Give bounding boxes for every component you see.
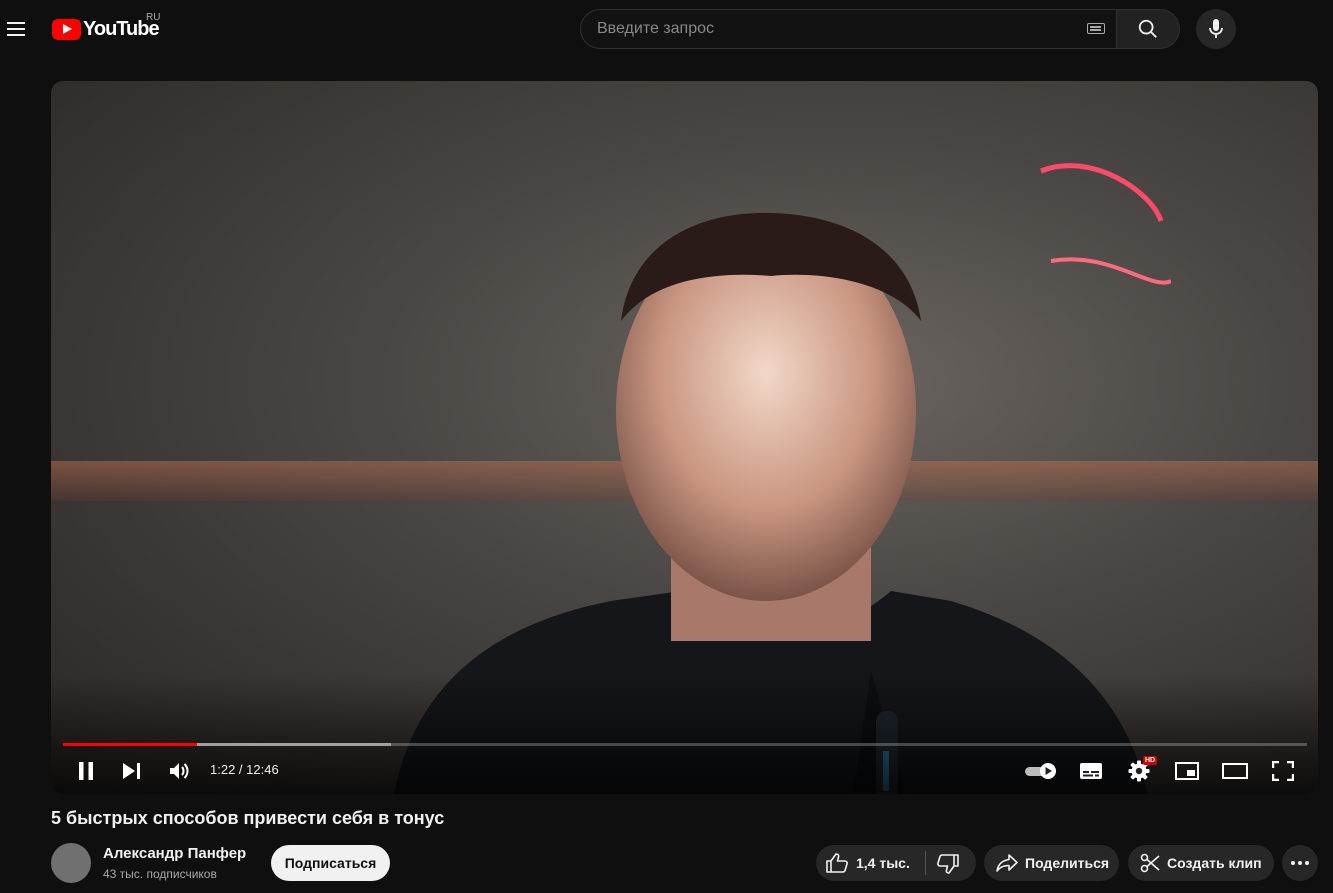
miniplayer-icon <box>1175 762 1199 780</box>
theater-mode-icon <box>1222 763 1248 779</box>
fullscreen-icon <box>1272 761 1294 781</box>
youtube-logo[interactable]: YouTube <box>52 17 160 41</box>
pause-button[interactable] <box>68 753 104 789</box>
volume-icon <box>170 763 189 779</box>
video-player: 1:22 / 12:46 HD <box>51 81 1318 794</box>
youtube-play-icon <box>52 18 81 40</box>
pause-icon <box>79 762 93 780</box>
search-icon <box>1138 19 1157 38</box>
share-icon <box>996 854 1018 872</box>
channel-avatar[interactable] <box>51 843 91 883</box>
share-button[interactable]: Поделиться <box>984 845 1119 881</box>
miniplayer-button[interactable] <box>1169 753 1205 789</box>
more-horizontal-icon <box>1291 861 1309 865</box>
share-label: Поделиться <box>1025 855 1110 871</box>
dislike-button[interactable] <box>926 845 976 881</box>
menu-icon[interactable] <box>4 12 28 44</box>
video-title: 5 быстрых способов привести себя в тонус <box>51 808 445 828</box>
hd-badge: HD <box>1143 756 1158 765</box>
autoplay-icon <box>1025 763 1056 779</box>
scissors-icon <box>1140 853 1160 873</box>
top-bar: YouTube RU <box>0 0 1333 56</box>
search-box <box>580 9 1117 49</box>
progress-bar[interactable] <box>63 743 1307 746</box>
create-clip-button[interactable]: Создать клип <box>1128 845 1274 881</box>
search-button[interactable] <box>1117 9 1180 49</box>
progress-played <box>63 743 198 746</box>
subtitles-icon <box>1080 763 1102 779</box>
fullscreen-button[interactable] <box>1265 753 1301 789</box>
thumbs-up-icon <box>826 853 848 873</box>
skip-next-icon <box>123 763 140 779</box>
thumbs-down-icon <box>937 854 959 874</box>
theater-mode-button[interactable] <box>1217 753 1253 789</box>
next-button[interactable] <box>114 753 150 789</box>
subtitles-button[interactable] <box>1073 753 1109 789</box>
channel-name[interactable]: Александр Панфер <box>103 845 246 862</box>
subscriber-count: 43 тыс. подписчиков <box>103 867 217 881</box>
time-display: 1:22 / 12:46 <box>210 762 279 777</box>
like-count: 1,4 тыс. <box>856 855 910 871</box>
region-label: RU <box>146 12 161 23</box>
create-clip-label: Создать клип <box>1167 855 1262 871</box>
voice-search-button[interactable] <box>1196 9 1236 49</box>
more-actions-button[interactable] <box>1282 845 1318 881</box>
like-button[interactable]: 1,4 тыс. <box>816 845 925 881</box>
autoplay-toggle[interactable] <box>1020 753 1064 789</box>
microphone-icon <box>1209 19 1223 38</box>
keyboard-icon[interactable] <box>1087 23 1105 34</box>
subscribe-button[interactable]: Подписаться <box>271 845 390 881</box>
search-input[interactable] <box>597 10 1077 48</box>
volume-button[interactable] <box>162 753 198 789</box>
